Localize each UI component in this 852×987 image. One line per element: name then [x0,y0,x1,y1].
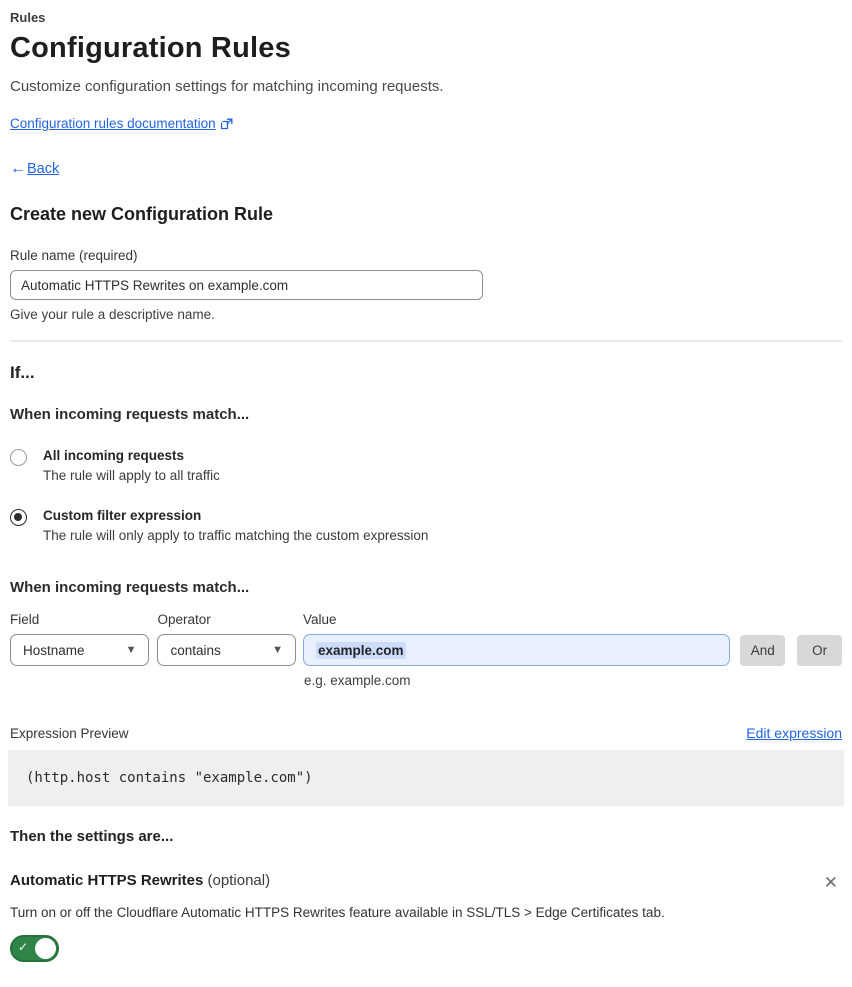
operator-column-label: Operator [157,612,211,627]
chevron-down-icon: ▼ [125,644,137,656]
radio-description: The rule will apply to all traffic [43,468,220,483]
configuration-rules-page: Rules Configuration Rules Customize conf… [0,0,852,987]
radio-option-custom-filter-expression[interactable]: Custom filter expression The rule will o… [10,508,842,543]
if-heading: If... [10,363,35,382]
close-icon[interactable]: ✕ [820,872,842,893]
setting-title-name: Automatic HTTPS Rewrites [10,872,204,889]
radio-description: The rule will only apply to traffic matc… [43,528,429,543]
radio-unselected-icon[interactable] [10,449,27,466]
field-select-value: Hostname [23,642,85,658]
expression-preview-label: Expression Preview [10,725,129,741]
value-column-label: Value [302,612,337,627]
setting-title: Automatic HTTPS Rewrites (optional) [10,872,270,889]
and-button[interactable]: And [740,635,786,666]
field-select[interactable]: Hostname ▼ [10,634,150,666]
radio-label: Custom filter expression [43,508,202,523]
back-link[interactable]: Back [27,161,59,177]
value-help-text: e.g. example.com [304,673,411,688]
section-divider [10,340,842,342]
radio-label: All incoming requests [43,448,185,463]
rule-name-label: Rule name (required) [10,248,138,263]
field-column-label: Field [10,612,40,627]
documentation-link[interactable]: Configuration rules documentation [10,116,216,131]
builder-heading: When incoming requests match... [10,579,250,596]
create-rule-heading: Create new Configuration Rule [10,204,274,224]
value-input-text: example.com [315,641,406,659]
external-link-icon [220,118,233,130]
then-settings-heading: Then the settings are... [10,828,174,845]
operator-select-value: contains [170,642,221,658]
expression-preview-code-block: (http.host contains "example.com") [8,750,844,806]
breadcrumb: Rules [10,10,46,25]
back-arrow-icon: ← [10,160,26,177]
value-input[interactable]: example.com [302,634,731,666]
automatic-https-rewrites-toggle[interactable]: ✓ [10,935,59,962]
setting-description: Turn on or off the Cloudflare Automatic … [10,905,665,920]
setting-title-optional: (optional) [203,872,271,889]
page-subtitle: Customize configuration settings for mat… [10,78,444,95]
expression-code: (http.host contains "example.com") [26,770,313,786]
check-icon: ✓ [18,940,29,954]
page-title: Configuration Rules [10,32,291,64]
operator-select[interactable]: contains ▼ [157,634,296,666]
radio-option-all-incoming-requests[interactable]: All incoming requests The rule will appl… [10,448,842,483]
rule-name-input[interactable] [10,270,483,300]
match-heading: When incoming requests match... [10,406,250,423]
toggle-knob [35,938,56,959]
or-button[interactable]: Or [797,635,842,666]
radio-selected-icon[interactable] [10,509,27,526]
chevron-down-icon: ▼ [272,644,283,656]
edit-expression-link[interactable]: Edit expression [746,725,842,741]
rule-name-help: Give your rule a descriptive name. [10,307,215,322]
